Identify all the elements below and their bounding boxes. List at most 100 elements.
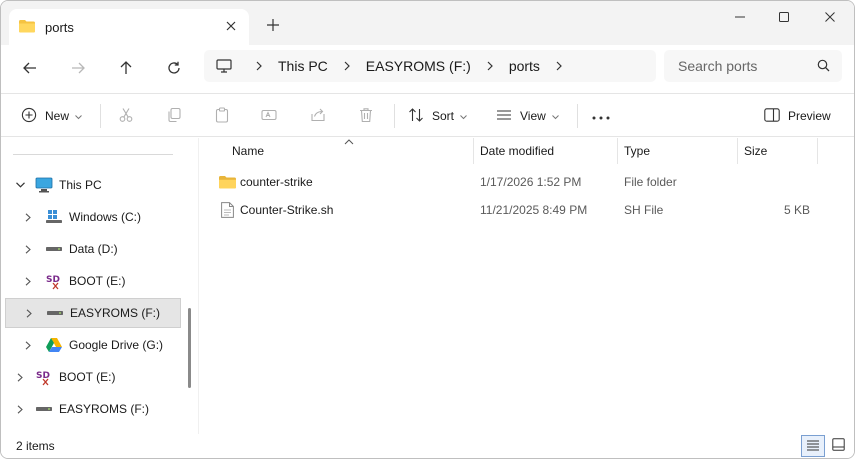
pc-icon <box>35 177 53 193</box>
sidebar-item-label: EASYROMS (F:) <box>59 402 150 416</box>
item-count: 2 items <box>16 439 55 453</box>
column-separator[interactable] <box>473 138 474 164</box>
separator <box>100 104 101 128</box>
file-size <box>735 169 810 195</box>
column-separator[interactable] <box>617 138 618 164</box>
refresh-icon[interactable] <box>159 53 189 83</box>
delete-button[interactable] <box>358 94 374 138</box>
sidebar-item-data-d[interactable]: Data (D:) <box>21 234 181 264</box>
sort-button[interactable]: Sort <box>408 94 467 138</box>
address-bar[interactable]: This PC EASYROMS (F:) ports <box>204 50 656 82</box>
chevron-right-icon[interactable] <box>21 244 35 254</box>
column-header-type[interactable]: Type <box>624 138 650 164</box>
sidebar-scrollbar[interactable] <box>188 308 191 388</box>
chevron-down-icon <box>75 109 82 123</box>
sidebar-item-label: Google Drive (G:) <box>69 338 164 352</box>
search-icon[interactable] <box>817 59 830 75</box>
sidebar-item-easyroms-f[interactable]: EASYROMS (F:) <box>5 298 181 328</box>
sidebar-item-label: BOOT (E:) <box>59 370 116 384</box>
column-header-date-modified[interactable]: Date modified <box>480 138 554 164</box>
paste-button[interactable] <box>214 94 230 138</box>
sort-label: Sort <box>432 109 455 123</box>
up-arrow-icon[interactable] <box>111 53 141 83</box>
breadcrumb-ports[interactable]: ports <box>505 58 544 74</box>
separator <box>13 154 173 155</box>
file-list: Name Date modified Type Size counter-str… <box>199 138 854 434</box>
sd-card-icon: SD <box>45 272 63 290</box>
file-name: Counter-Strike.sh <box>240 203 334 217</box>
chevron-right-icon[interactable] <box>475 61 505 71</box>
preview-button[interactable]: Preview <box>764 94 831 138</box>
search-input[interactable] <box>678 58 808 74</box>
column-separator[interactable] <box>737 138 738 164</box>
chevron-right-icon[interactable] <box>332 61 362 71</box>
drive-icon <box>35 406 53 412</box>
window-close-icon[interactable] <box>807 1 853 33</box>
minimize-icon[interactable] <box>717 1 763 33</box>
file-date: 11/21/2025 8:49 PM <box>480 203 588 217</box>
file-type: File folder <box>624 175 677 189</box>
new-label: New <box>45 109 70 123</box>
navigation-pane: This PC Windows (C:) Data (D:) SD BOOT (… <box>1 138 191 434</box>
chevron-down-icon[interactable] <box>13 182 27 188</box>
sidebar-item-google-drive-g[interactable]: Google Drive (G:) <box>21 330 181 360</box>
title-bar: ports <box>1 1 854 45</box>
trash-icon <box>358 107 374 126</box>
chevron-right-icon[interactable] <box>21 212 35 222</box>
details-view-button[interactable] <box>801 435 825 457</box>
chevron-right-icon[interactable] <box>21 340 35 350</box>
rename-button[interactable] <box>261 94 277 138</box>
chevron-right-icon[interactable] <box>21 276 35 286</box>
back-arrow-icon[interactable] <box>15 53 45 83</box>
folder-icon <box>19 19 35 36</box>
copy-icon <box>166 107 182 126</box>
computer-icon <box>204 59 244 73</box>
view-button[interactable]: View <box>496 94 559 138</box>
sidebar-item-easyroms-f-root[interactable]: EASYROMS (F:) <box>13 394 183 424</box>
file-name: counter-strike <box>240 175 313 189</box>
search-box[interactable] <box>664 50 842 82</box>
breadcrumb-easyroms[interactable]: EASYROMS (F:) <box>362 58 475 74</box>
sidebar-item-label: BOOT (E:) <box>69 274 126 288</box>
rename-icon <box>261 107 277 126</box>
close-icon[interactable] <box>223 18 239 34</box>
column-header-size[interactable]: Size <box>744 138 767 164</box>
status-bar: 2 items <box>1 434 854 458</box>
breadcrumb-this-pc[interactable]: This PC <box>274 58 332 74</box>
column-separator[interactable] <box>817 138 818 164</box>
copy-button[interactable] <box>166 94 182 138</box>
plus-circle-icon <box>21 107 37 126</box>
sidebar-item-this-pc[interactable]: This PC <box>13 170 183 200</box>
tiles-view-button[interactable] <box>826 435 850 457</box>
chevron-right-icon <box>244 61 274 71</box>
preview-pane-icon <box>764 107 780 125</box>
sidebar-item-boot-e-root[interactable]: SD BOOT (E:) <box>13 362 183 392</box>
more-options-button[interactable] <box>592 94 610 138</box>
chevron-right-icon[interactable] <box>22 308 36 318</box>
file-date: 1/17/2026 1:52 PM <box>480 175 582 189</box>
column-header-name[interactable]: Name <box>232 138 264 164</box>
chevron-right-icon[interactable] <box>544 61 574 71</box>
file-row[interactable]: Counter-Strike.sh 11/21/2025 8:49 PM SH … <box>215 197 835 223</box>
chevron-down-icon <box>460 109 467 123</box>
separator <box>394 104 395 128</box>
view-label: View <box>520 109 546 123</box>
forward-arrow-icon[interactable] <box>63 53 93 83</box>
tab-title: ports <box>45 19 74 35</box>
file-row[interactable]: counter-strike 1/17/2026 1:52 PM File fo… <box>215 169 835 195</box>
sidebar-item-label: This PC <box>59 178 102 192</box>
file-icon <box>221 197 234 223</box>
cut-button[interactable] <box>118 94 134 138</box>
sidebar-item-boot-e[interactable]: SD BOOT (E:) <box>21 266 181 296</box>
maximize-icon[interactable] <box>761 1 807 33</box>
chevron-right-icon[interactable] <box>13 404 27 414</box>
share-button[interactable] <box>310 94 326 138</box>
tab-ports[interactable]: ports <box>9 9 249 45</box>
sidebar-item-windows-c[interactable]: Windows (C:) <box>21 202 181 232</box>
plus-icon[interactable] <box>263 15 283 35</box>
sidebar-item-label: Data (D:) <box>69 242 118 256</box>
clipboard-icon <box>214 106 230 126</box>
chevron-right-icon[interactable] <box>13 372 27 382</box>
file-explorer-window: ports This PC EASYROMS (F:) ports Search… <box>0 0 855 459</box>
new-button[interactable]: New <box>21 94 82 138</box>
